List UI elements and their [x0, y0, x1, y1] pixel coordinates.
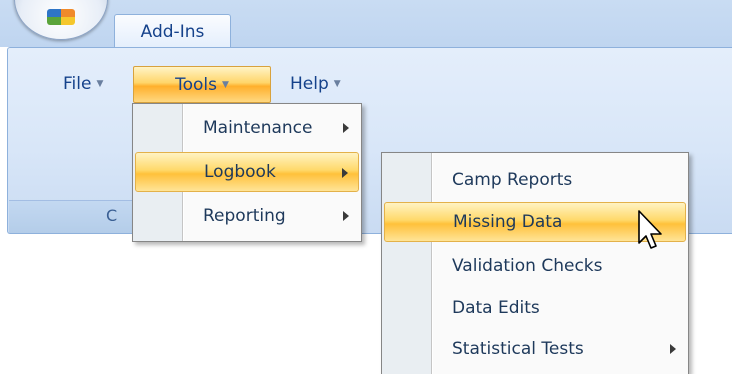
dropdown-caret-icon: ▼: [96, 78, 104, 89]
menu-item-statistical-tests[interactable]: Statistical Tests: [384, 329, 686, 369]
tools-menu-button[interactable]: Tools ▼: [133, 66, 271, 103]
ribbon-group-caption: C: [106, 206, 118, 225]
menu-item-camp-reports[interactable]: Camp Reports: [384, 160, 686, 200]
logbook-submenu: Camp Reports Missing Data Validation Che…: [381, 152, 689, 374]
menu-item-label: Logbook: [204, 162, 276, 182]
menu-item-label: Statistical Tests: [452, 339, 584, 359]
submenu-arrow-icon: [342, 168, 348, 178]
menu-item-label: Data Edits: [452, 298, 540, 318]
ribbon-tab-strip: [0, 0, 732, 47]
menu-item-label: Reporting: [203, 206, 286, 226]
mouse-pointer-icon: [638, 210, 662, 249]
menu-item-label: Maintenance: [203, 118, 313, 138]
file-menu-label: File: [63, 73, 92, 94]
submenu-arrow-icon: [670, 344, 676, 354]
tools-menu-label: Tools: [175, 74, 217, 95]
menu-item-label: Camp Reports: [452, 170, 573, 190]
office-orb-icon: [47, 9, 75, 25]
ribbon-group-footer: C: [9, 200, 139, 233]
submenu-arrow-icon: [343, 123, 349, 133]
dropdown-caret-icon: ▼: [221, 79, 229, 90]
menu-item-data-edits[interactable]: Data Edits: [384, 288, 686, 328]
file-menu-button[interactable]: File ▼: [63, 66, 133, 101]
help-menu-label: Help: [290, 73, 329, 94]
menu-item-maintenance[interactable]: Maintenance: [135, 108, 359, 148]
menu-item-label: Missing Data: [453, 212, 563, 232]
menu-item-logbook[interactable]: Logbook: [135, 152, 359, 192]
submenu-arrow-icon: [343, 211, 349, 221]
dropdown-caret-icon: ▼: [333, 78, 341, 89]
menu-item-label: Validation Checks: [452, 256, 603, 276]
menu-item-reporting[interactable]: Reporting: [135, 196, 359, 236]
help-menu-button[interactable]: Help ▼: [290, 66, 370, 101]
tab-add-ins[interactable]: Add-Ins: [114, 14, 231, 49]
tools-dropdown-menu: Maintenance Logbook Reporting: [132, 103, 362, 242]
